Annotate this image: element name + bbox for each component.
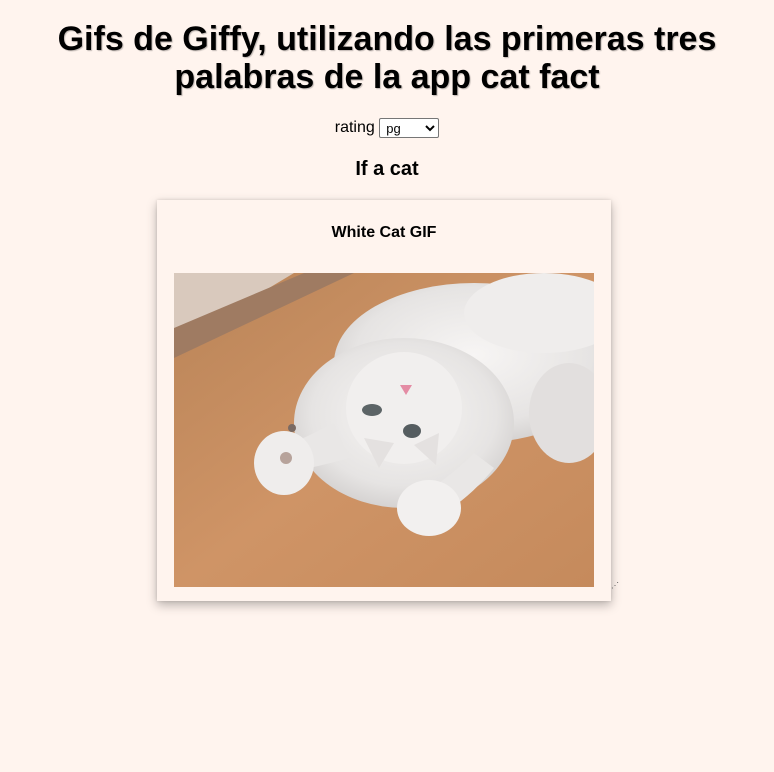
page-title: Gifs de Giffy, utilizando las primeras t… — [57, 20, 717, 96]
gif-card: White Cat GIF — [157, 200, 611, 601]
fact-first-words: If a cat — [355, 158, 419, 180]
scroll-corner-icon: ⋰ — [611, 581, 619, 590]
rating-label: rating — [334, 119, 375, 137]
gif-title: White Cat GIF — [331, 224, 437, 241]
rating-control: rating pg — [0, 118, 774, 138]
gif-image — [174, 273, 594, 587]
rating-select[interactable]: pg — [379, 118, 440, 138]
page: Gifs de Giffy, utilizando las primeras t… — [0, 0, 774, 772]
